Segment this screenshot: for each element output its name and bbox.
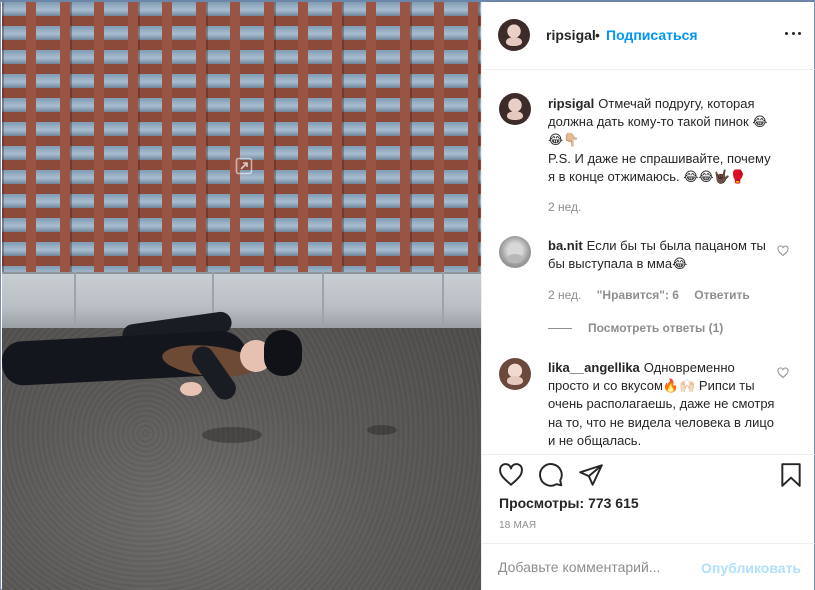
views-count: Просмотры: 773 615 bbox=[499, 495, 639, 511]
heart-icon[interactable] bbox=[777, 367, 789, 379]
separator-dot: • bbox=[595, 27, 600, 43]
expand-icon[interactable] bbox=[235, 157, 253, 175]
caption: ripsigal Отмечай подругу, которая должна … bbox=[548, 95, 776, 186]
building-background bbox=[2, 2, 481, 274]
caption-text-line2: P.S. И даже не спрашивайте, почему я в к… bbox=[548, 150, 771, 184]
author-username[interactable]: ripsigal bbox=[546, 27, 596, 43]
paper-plane-icon[interactable] bbox=[578, 462, 604, 488]
comment-input[interactable] bbox=[498, 556, 698, 578]
comment-likes[interactable]: "Нравится": 6 bbox=[597, 288, 679, 302]
caption-username[interactable]: ripsigal bbox=[548, 96, 594, 111]
comment-username[interactable]: ba.nit bbox=[548, 238, 583, 253]
ground-stain bbox=[202, 427, 262, 443]
caption-meta: 2 нед. bbox=[548, 200, 593, 214]
heart-icon[interactable] bbox=[777, 245, 789, 257]
post-actions: Просмотры: 773 615 18 МАЯ bbox=[482, 454, 815, 542]
comment: ba.nit Если бы ты была пацаном ты бы выст… bbox=[548, 237, 776, 273]
avatar[interactable] bbox=[499, 93, 531, 125]
post-header: ripsigal • Подписаться bbox=[482, 2, 815, 70]
avatar[interactable] bbox=[499, 358, 531, 390]
lying-person bbox=[2, 310, 302, 408]
heart-icon[interactable] bbox=[498, 462, 524, 488]
person-cap bbox=[264, 330, 302, 376]
post-date[interactable]: 18 МАЯ bbox=[499, 520, 536, 531]
comment: lika__angellika Одновременно просто и со … bbox=[548, 359, 776, 450]
views-label: Просмотры: bbox=[499, 495, 585, 511]
view-replies-button[interactable]: Посмотреть ответы (1) bbox=[548, 321, 723, 335]
ground-stain bbox=[367, 425, 397, 435]
view-replies-label: Посмотреть ответы (1) bbox=[588, 321, 724, 335]
avatar[interactable] bbox=[499, 236, 531, 268]
bookmark-icon[interactable] bbox=[778, 462, 804, 488]
publish-button[interactable]: Опубликовать bbox=[701, 560, 801, 576]
post-video[interactable] bbox=[2, 2, 481, 590]
avatar[interactable] bbox=[498, 19, 530, 51]
comment-username[interactable]: lika__angellika bbox=[548, 360, 640, 375]
add-comment-bar: Опубликовать bbox=[482, 543, 815, 590]
reply-button[interactable]: Ответить bbox=[694, 288, 749, 302]
comments-list[interactable]: ripsigal Отмечай подругу, которая должна … bbox=[482, 71, 815, 454]
person-hand bbox=[180, 382, 202, 396]
comment-icon[interactable] bbox=[538, 462, 564, 488]
wall-joint bbox=[442, 272, 444, 328]
views-value: 773 615 bbox=[588, 495, 639, 511]
follow-button[interactable]: Подписаться bbox=[606, 27, 698, 43]
comment-age: 2 нед. bbox=[548, 288, 582, 302]
replies-divider bbox=[548, 327, 572, 329]
more-dots-icon[interactable] bbox=[785, 32, 801, 36]
caption-age: 2 нед. bbox=[548, 200, 582, 214]
post-sidebar: ripsigal • Подписаться ripsigal Отмечай п… bbox=[481, 2, 815, 590]
instagram-post-window: ripsigal • Подписаться ripsigal Отмечай п… bbox=[0, 0, 815, 590]
comment-meta: 2 нед. "Нравится": 6 Ответить bbox=[548, 288, 762, 302]
wall-joint bbox=[322, 272, 324, 328]
